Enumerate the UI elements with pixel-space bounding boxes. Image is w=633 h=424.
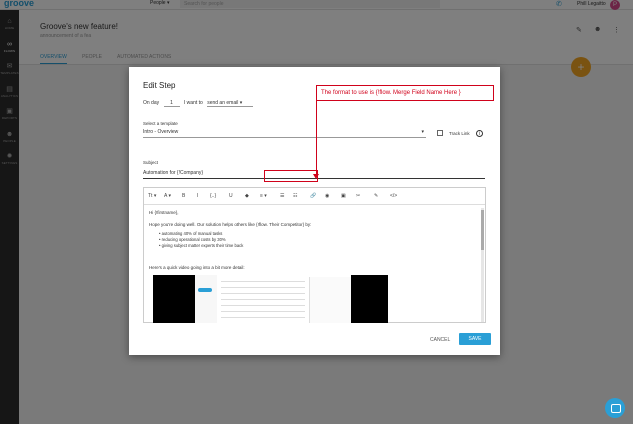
underline-button[interactable]: U [229, 193, 233, 199]
edit-step-modal: Edit Step On day 1 I want to send an ema… [129, 67, 500, 355]
annotation-arrow-icon [313, 174, 319, 179]
save-button[interactable]: SAVE [459, 333, 491, 345]
action-value: send an email [207, 100, 239, 106]
chevron-down-icon: ▾ [421, 129, 424, 135]
greeting-text: Hi {!firstname}, [149, 210, 179, 215]
template-value: Intro - Overview [143, 129, 179, 135]
video-compose-button [198, 288, 212, 292]
day-input[interactable]: 1 [163, 100, 180, 107]
bullet-item: • giving subject matter experts their ti… [159, 243, 244, 248]
bulleted-list-button[interactable]: ☰ [280, 193, 284, 199]
chevron-down-icon: ▾ [239, 100, 243, 106]
action-select[interactable]: send an email ▾ [207, 100, 254, 107]
template-select[interactable]: Intro - Overview ▾ [143, 129, 426, 138]
bullet-list: • automating 40% of manual tasks • reduc… [159, 231, 243, 249]
code-button[interactable]: </> [390, 193, 397, 199]
subject-label: Subject [143, 160, 159, 165]
video-thumbnail[interactable] [153, 275, 388, 323]
body-line1: Hope you're doing well. Our solution hel… [149, 222, 312, 227]
font-size-dropdown[interactable]: A ▾ [164, 193, 171, 199]
merge-field-button[interactable]: {..} [210, 193, 216, 199]
annotation-line [316, 101, 317, 177]
want-to-label: I want to [183, 100, 203, 106]
modal-title: Edit Step [143, 81, 176, 90]
track-link-checkbox[interactable] [437, 130, 443, 136]
italic-button[interactable]: I [197, 193, 198, 199]
scissors-button[interactable]: ✂ [356, 193, 360, 199]
text-color-button[interactable]: ◆ [245, 193, 249, 199]
on-day-label: On day [143, 100, 160, 106]
email-editor: Tt ▾ A ▾ B I {..} U ◆ ≡ ▾ ☰ ☷ 🔗 ◉ ▣ ✂ ✎ </> Hi {!firstn… [143, 187, 486, 323]
bold-button[interactable]: B [182, 193, 185, 199]
align-dropdown[interactable]: ≡ ▾ [260, 193, 267, 199]
video-side-panel [309, 277, 351, 323]
day-row: On day 1 I want to send an email ▾ [143, 100, 254, 107]
body-line2: Here's a quick video going into a bit mo… [149, 265, 245, 270]
clear-format-button[interactable]: ✎ [374, 193, 378, 199]
text-style-dropdown[interactable]: Tt ▾ [148, 193, 156, 199]
editor-toolbar: Tt ▾ A ▾ B I {..} U ◆ ≡ ▾ ☰ ☷ 🔗 ◉ ▣ ✂ ✎ </> [144, 188, 485, 205]
image-button[interactable]: ▣ [341, 193, 346, 199]
numbered-list-button[interactable]: ☷ [293, 193, 297, 199]
merge-field-highlight [264, 170, 318, 182]
cancel-button[interactable]: CANCEL [430, 337, 450, 343]
editor-scroll-thumb[interactable] [481, 210, 484, 250]
emoji-button[interactable]: ◉ [325, 193, 329, 199]
info-icon[interactable]: i [476, 130, 483, 137]
template-label: Select a template [143, 121, 178, 126]
video-screenshot [195, 275, 351, 323]
link-button[interactable]: 🔗 [310, 193, 316, 199]
chat-icon[interactable] [605, 398, 625, 418]
track-link-label: Track Link [449, 131, 470, 136]
annotation-callout: The format to use is {!flow. Merge Field… [316, 85, 494, 101]
